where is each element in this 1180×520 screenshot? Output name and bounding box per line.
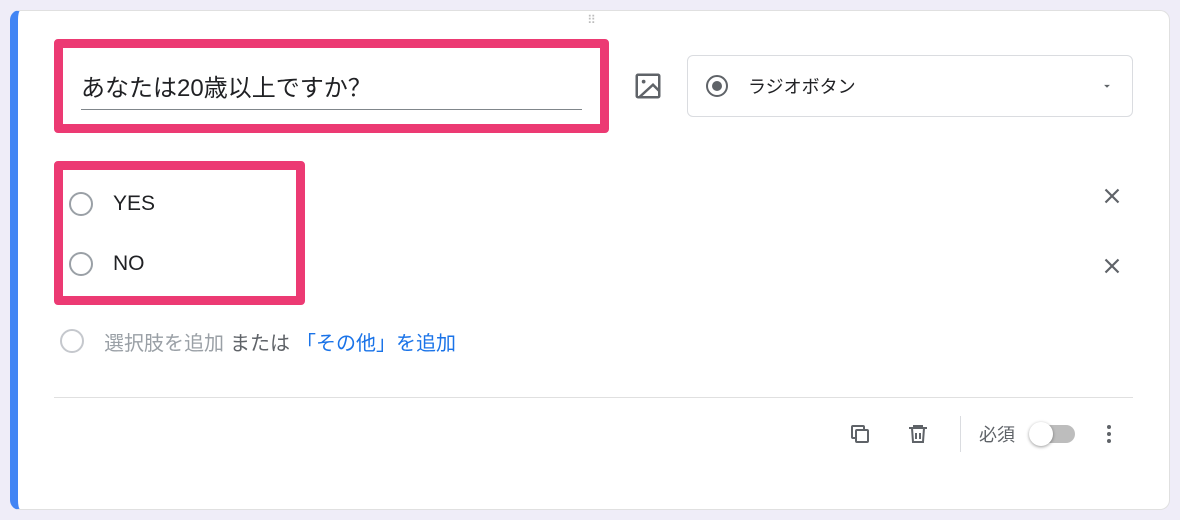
top-row: あなたは20歳以上ですか？ ラジオボタン	[54, 39, 1133, 133]
option-label-input[interactable]: YES	[113, 192, 292, 216]
question-input-wrap: あなたは20歳以上ですか？	[63, 48, 600, 124]
radio-option-icon	[60, 329, 84, 353]
options-highlight: YES NO	[54, 161, 305, 305]
add-other-button[interactable]: 「その他」を追加	[296, 327, 456, 356]
kebab-icon	[1097, 422, 1121, 446]
card-footer: 必須	[54, 398, 1133, 470]
radio-option-icon	[69, 252, 93, 276]
question-title-input[interactable]: あなたは20歳以上ですか？	[81, 68, 582, 110]
copy-icon	[848, 422, 872, 446]
required-label: 必須	[979, 421, 1015, 447]
duplicate-button[interactable]	[836, 410, 884, 458]
or-text: または	[230, 327, 290, 356]
required-toggle[interactable]	[1031, 425, 1075, 443]
option-label-input[interactable]: NO	[113, 252, 292, 276]
vertical-divider	[960, 416, 961, 452]
add-image-button[interactable]	[633, 71, 663, 101]
question-type-label: ラジオボタン	[748, 73, 1080, 99]
radio-option-icon	[69, 192, 93, 216]
delete-button[interactable]	[894, 410, 942, 458]
remove-option-button[interactable]	[1091, 245, 1133, 292]
add-option-button[interactable]: 選択肢を追加	[104, 327, 224, 356]
drag-handle-icon[interactable]: ⠿	[587, 17, 600, 23]
close-icon	[1099, 183, 1125, 209]
question-type-selector[interactable]: ラジオボタン	[687, 55, 1133, 117]
question-card: ⠿ あなたは20歳以上ですか？ ラジオボタン YES	[10, 10, 1170, 510]
close-icon	[1099, 253, 1125, 279]
option-row: NO	[63, 234, 296, 294]
remove-option-button[interactable]	[1091, 175, 1133, 222]
trash-icon	[906, 422, 930, 446]
radio-icon	[706, 75, 728, 97]
image-icon	[633, 71, 663, 101]
toggle-knob	[1029, 422, 1053, 446]
chevron-down-icon	[1100, 79, 1114, 93]
question-title-highlight: あなたは20歳以上ですか？	[54, 39, 609, 133]
add-option-row: 選択肢を追加 または 「その他」を追加	[54, 313, 1133, 369]
options-group: YES NO	[54, 161, 1133, 305]
option-row: YES	[63, 174, 296, 234]
more-options-button[interactable]	[1085, 410, 1133, 458]
